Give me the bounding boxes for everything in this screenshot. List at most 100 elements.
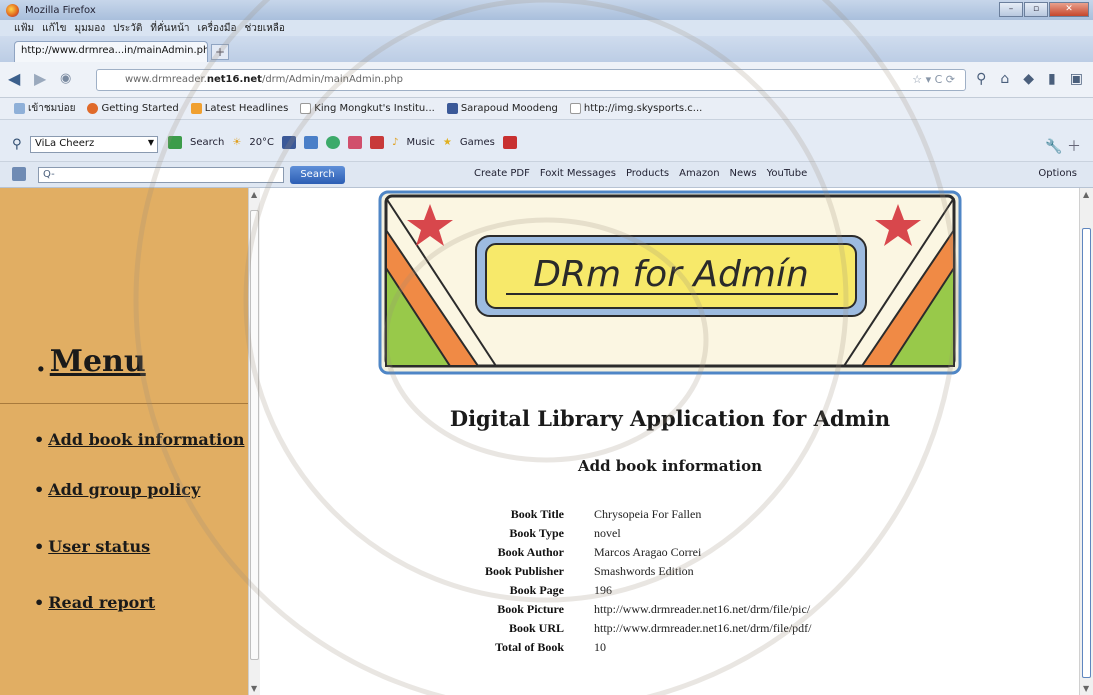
sidebar-item-read-report[interactable]: • Read report xyxy=(34,593,155,612)
bookmark-skysports[interactable]: http://img.skysports.c... xyxy=(569,103,702,114)
reload-icon[interactable]: ☆ ▾ C ⟳ xyxy=(912,73,955,86)
shopping-icon[interactable] xyxy=(370,136,385,149)
weather-label[interactable]: 20°C xyxy=(249,137,274,148)
bookmarks-bar: เข้าชมบ่อย Getting Started Latest Headli… xyxy=(0,98,1093,120)
book-info-table: Book Title Chrysopeia For Fallen Book Typ… xyxy=(466,507,812,659)
bookmark-most-visited[interactable]: เข้าชมบ่อย xyxy=(14,101,75,116)
menu-divider xyxy=(0,403,248,404)
url-prefix: www.drmreader. xyxy=(125,74,207,85)
products-link[interactable]: Products xyxy=(626,168,669,179)
field-value: Smashwords Edition xyxy=(594,564,694,578)
facebook-icon[interactable] xyxy=(282,136,297,149)
extension-icon[interactable]: ▣ xyxy=(1070,71,1083,87)
table-row: Book URL http://www.drmreader.net16.net/d… xyxy=(466,621,812,640)
menu-heading-link[interactable]: Menu xyxy=(50,344,146,379)
maximize-button[interactable]: ▫ xyxy=(1024,2,1048,17)
window-controls: – ▫ ✕ xyxy=(999,2,1089,17)
field-label: Book Title xyxy=(510,507,564,521)
toolbar-logo-icon xyxy=(12,167,26,181)
search-icon[interactable]: ⚲ xyxy=(976,71,986,87)
main-scroll-thumb[interactable] xyxy=(1082,228,1091,678)
addon-items: Search ☀ 20°C ♪ Music ★ Games xyxy=(168,136,517,149)
back-arrow-icon[interactable]: ◀ xyxy=(8,71,20,87)
site-identity-icon[interactable]: ◉ xyxy=(60,71,71,87)
sidebar-item-label[interactable]: User status xyxy=(48,537,150,556)
url-domain: net16.net xyxy=(206,74,262,85)
drm-admin-banner: DRm for Admín xyxy=(378,190,962,375)
sidebar-item-label[interactable]: Read report xyxy=(48,593,155,612)
sun-icon: ☀ xyxy=(232,137,242,148)
scroll-up-icon[interactable]: ▲ xyxy=(251,190,257,199)
profile-select[interactable]: ViLa Cheerz ▼ xyxy=(30,136,158,153)
mail-icon[interactable] xyxy=(304,136,319,149)
wrench-icon[interactable]: 🔧 ＋ xyxy=(1045,136,1081,156)
bullet: • xyxy=(34,430,45,449)
tab-main-admin[interactable]: http://www.drmrea...in/mainAdmin.php xyxy=(14,41,208,62)
toolbar-search-input[interactable]: Q- xyxy=(38,167,284,183)
tab-addon-icon[interactable] xyxy=(502,136,517,149)
main-scrollbar[interactable]: ▲ ▼ xyxy=(1079,188,1093,695)
page-viewport: . Menu • Add book information • Add group p… xyxy=(0,188,1093,695)
scroll-up-icon[interactable]: ▲ xyxy=(1083,190,1089,199)
sidebar-item-label[interactable]: Add group policy xyxy=(48,480,200,499)
games-label[interactable]: Games xyxy=(460,137,495,148)
close-button[interactable]: ✕ xyxy=(1049,2,1089,17)
bookmark-sarapoud[interactable]: Sarapoud Moodeng xyxy=(446,103,558,114)
home-icon[interactable]: ⌂ xyxy=(1000,71,1009,87)
field-label: Book Author xyxy=(497,545,564,559)
menu-heading: . Menu xyxy=(36,344,146,379)
menu-edit[interactable]: แก้ไข xyxy=(42,21,66,36)
chat-icon[interactable] xyxy=(326,136,341,149)
forward-arrow-icon[interactable]: ▶ xyxy=(34,71,46,87)
chevron-down-icon: ▼ xyxy=(147,138,154,147)
field-value: Chrysopeia For Fallen xyxy=(594,507,702,521)
sidebar: . Menu • Add book information • Add group p… xyxy=(0,188,248,695)
firefox-icon xyxy=(87,103,99,114)
field-value: 10 xyxy=(594,640,606,654)
youtube-link[interactable]: YouTube xyxy=(767,168,808,179)
menu-help[interactable]: ช่วยเหลือ xyxy=(245,21,285,36)
table-row: Book Author Marcos Aragao Correi xyxy=(466,545,812,564)
bookmark-menu-icon[interactable]: ▮ xyxy=(1048,71,1056,87)
music-label[interactable]: Music xyxy=(406,137,434,148)
foxit-toolbar: Q- Search Create PDF Foxit Messages Prod… xyxy=(0,162,1093,188)
photo-icon[interactable] xyxy=(348,136,363,149)
menu-bookmarks[interactable]: ที่คั่นหน้า xyxy=(150,21,189,36)
table-row: Book Picture http://www.drmreader.net16.n… xyxy=(466,602,812,621)
minimize-button[interactable]: – xyxy=(999,2,1023,17)
sidebar-scroll-thumb[interactable] xyxy=(250,210,259,660)
addons-icon[interactable]: ◆ xyxy=(1023,71,1034,87)
scroll-down-icon[interactable]: ▼ xyxy=(251,684,257,693)
sidebar-item-label[interactable]: Add book information xyxy=(48,430,244,449)
menu-file[interactable]: แฟ้ม xyxy=(14,21,34,36)
scroll-down-icon[interactable]: ▼ xyxy=(1083,684,1089,693)
sidebar-item-add-group-policy[interactable]: • Add group policy xyxy=(34,480,200,499)
menu-bar: แฟ้ม แก้ไข มุมมอง ประวัติ ที่คั่นหน้า เค… xyxy=(0,20,1093,36)
search-addon-label[interactable]: Search xyxy=(190,137,224,148)
amazon-link[interactable]: Amazon xyxy=(679,168,719,179)
news-link[interactable]: News xyxy=(730,168,757,179)
menu-tools[interactable]: เครื่องมือ xyxy=(198,21,237,36)
facebook-icon xyxy=(446,103,458,114)
bookmark-king-mongkut[interactable]: King Mongkut's Institu... xyxy=(300,103,435,114)
menu-view[interactable]: มุมมอง xyxy=(75,21,106,36)
field-label: Book Type xyxy=(509,526,564,540)
field-value: Marcos Aragao Correi xyxy=(594,545,702,559)
sidebar-item-add-book[interactable]: • Add book information xyxy=(34,430,245,449)
table-row: Book Publisher Smashwords Edition xyxy=(466,564,812,583)
page-title: Digital Library Application for Admin xyxy=(449,406,891,431)
sidebar-scrollbar[interactable]: ▲ ▼ xyxy=(248,188,260,695)
menu-history[interactable]: ประวัติ xyxy=(113,21,142,36)
options-button[interactable]: Options xyxy=(1038,168,1077,179)
toolbar-search-placeholder: Q- xyxy=(43,169,55,180)
bookmark-getting-started[interactable]: Getting Started xyxy=(87,103,179,114)
foxit-messages-link[interactable]: Foxit Messages xyxy=(540,168,616,179)
field-value: novel xyxy=(594,526,621,540)
bookmark-latest-headlines[interactable]: Latest Headlines xyxy=(190,103,288,114)
new-tab-button[interactable]: + xyxy=(211,44,229,60)
toolbar-search-button[interactable]: Search xyxy=(290,166,345,184)
field-value: 196 xyxy=(594,583,612,597)
sidebar-item-user-status[interactable]: • User status xyxy=(34,537,150,556)
address-bar[interactable]: www.drmreader.net16.net/drm/Admin/mainAd… xyxy=(96,69,966,91)
create-pdf-link[interactable]: Create PDF xyxy=(474,168,530,179)
